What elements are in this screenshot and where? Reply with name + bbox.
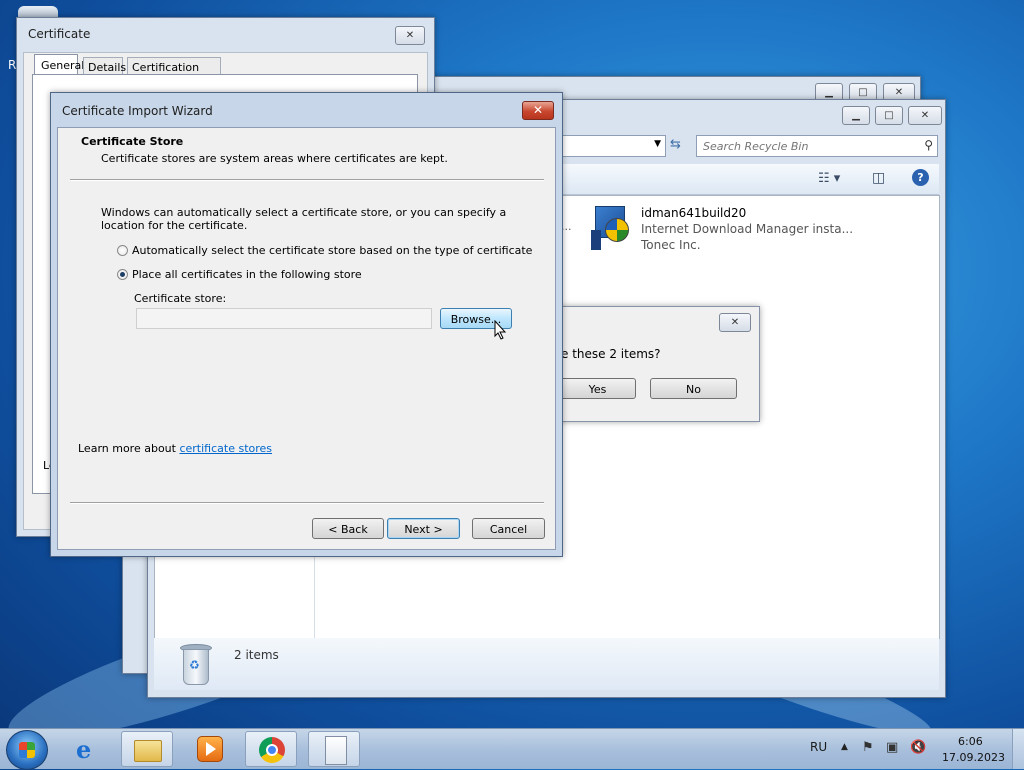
chrome-icon	[259, 737, 285, 763]
installer-icon	[591, 206, 631, 250]
mouse-cursor-icon	[494, 319, 508, 340]
network-icon[interactable]: ▣	[886, 740, 898, 755]
option-manual-label[interactable]: Place all certificates in the following …	[132, 268, 362, 281]
address-dropdown-icon[interactable]: ▼	[654, 139, 661, 149]
back-button[interactable]: < Back	[312, 518, 384, 539]
item-count: 2 items	[234, 648, 279, 662]
file-company: Tonec Inc.	[641, 238, 701, 252]
minimize-button[interactable]: ▁	[842, 106, 870, 125]
footer-divider	[70, 502, 544, 504]
refresh-icon[interactable]: ⇆	[670, 137, 681, 152]
recycle-bin-icon: ♻	[180, 644, 212, 685]
yes-button[interactable]: Yes	[559, 378, 636, 399]
windows-logo-icon	[19, 742, 35, 758]
certificate-stores-link[interactable]: certificate stores	[179, 442, 272, 455]
search-icon[interactable]: ⚲	[924, 138, 933, 152]
delete-question: e these 2 items?	[561, 347, 661, 361]
close-button[interactable]: ✕	[395, 26, 425, 45]
certificate-import-wizard[interactable]: Certificate Import Wizard ✕ Certificate …	[50, 92, 563, 557]
action-center-icon[interactable]: ⚑	[862, 740, 874, 755]
clock-date[interactable]: 17.09.2023	[942, 751, 1005, 764]
search-input[interactable]	[697, 136, 915, 156]
store-field	[136, 308, 432, 329]
tab-general[interactable]: General	[34, 54, 84, 74]
preview-pane-icon[interactable]: ◫	[872, 170, 885, 186]
clock-time[interactable]: 6:06	[958, 735, 983, 748]
learn-more-prefix: Learn more about	[78, 442, 180, 455]
chrome-button[interactable]	[245, 731, 297, 767]
tab-details[interactable]: Details	[83, 57, 126, 74]
close-button[interactable]: ✕	[522, 101, 554, 120]
next-button[interactable]: Next >	[387, 518, 460, 539]
folder-icon	[134, 740, 162, 762]
help-icon[interactable]: ?	[912, 169, 929, 186]
file-item[interactable]: idman641build20 Internet Download Manage…	[589, 204, 853, 256]
windows-explorer-button[interactable]	[121, 731, 173, 767]
window-title: Certificate	[28, 27, 91, 41]
document-icon	[325, 736, 347, 765]
delete-confirm-dialog[interactable]: ✕ e these 2 items? Yes No	[540, 306, 760, 422]
internet-explorer-icon[interactable]: e	[76, 735, 91, 764]
header-subtitle: Certificate stores are system areas wher…	[101, 152, 448, 165]
show-hidden-icons-icon[interactable]: ▲	[841, 742, 848, 752]
store-label: Certificate store:	[134, 292, 227, 305]
close-button[interactable]: ✕	[908, 106, 942, 125]
show-desktop-button[interactable]	[1012, 729, 1024, 769]
radio-auto-select[interactable]	[117, 245, 128, 256]
header-divider	[70, 179, 544, 181]
file-description: Internet Download Manager insta...	[641, 222, 854, 236]
option-auto-label[interactable]: Automatically select the certificate sto…	[132, 244, 532, 257]
header-title: Certificate Store	[81, 135, 184, 148]
view-options-icon[interactable]: ☷ ▾	[818, 171, 840, 186]
start-button[interactable]	[6, 730, 48, 770]
wizard-title: Certificate Import Wizard	[62, 104, 213, 118]
radio-place-in-store[interactable]	[117, 269, 128, 280]
search-box[interactable]: ⚲	[696, 135, 938, 157]
maximize-button[interactable]: □	[875, 106, 903, 125]
taskbar: e RU ▲ ⚑ ▣ 🔇 6:06 17.09.2023	[0, 728, 1024, 770]
wizard-body: Certificate Store Certificate stores are…	[57, 127, 556, 550]
language-indicator[interactable]: RU	[810, 740, 827, 754]
document-button[interactable]	[308, 731, 360, 767]
file-name: idman641build20	[641, 206, 747, 220]
address-bar[interactable]: ▼	[562, 135, 666, 157]
cancel-button[interactable]: Cancel	[472, 518, 545, 539]
learn-more: Learn more about certificate stores	[78, 442, 272, 455]
volume-muted-icon[interactable]: 🔇	[910, 740, 926, 755]
media-player-icon[interactable]	[197, 736, 223, 762]
intro-text: Windows can automatically select a certi…	[101, 206, 507, 232]
tab-certification-path[interactable]: Certification Path	[127, 57, 221, 87]
close-button[interactable]: ✕	[719, 313, 751, 332]
details-pane: ♻ 2 items	[154, 638, 939, 690]
no-button[interactable]: No	[650, 378, 737, 399]
